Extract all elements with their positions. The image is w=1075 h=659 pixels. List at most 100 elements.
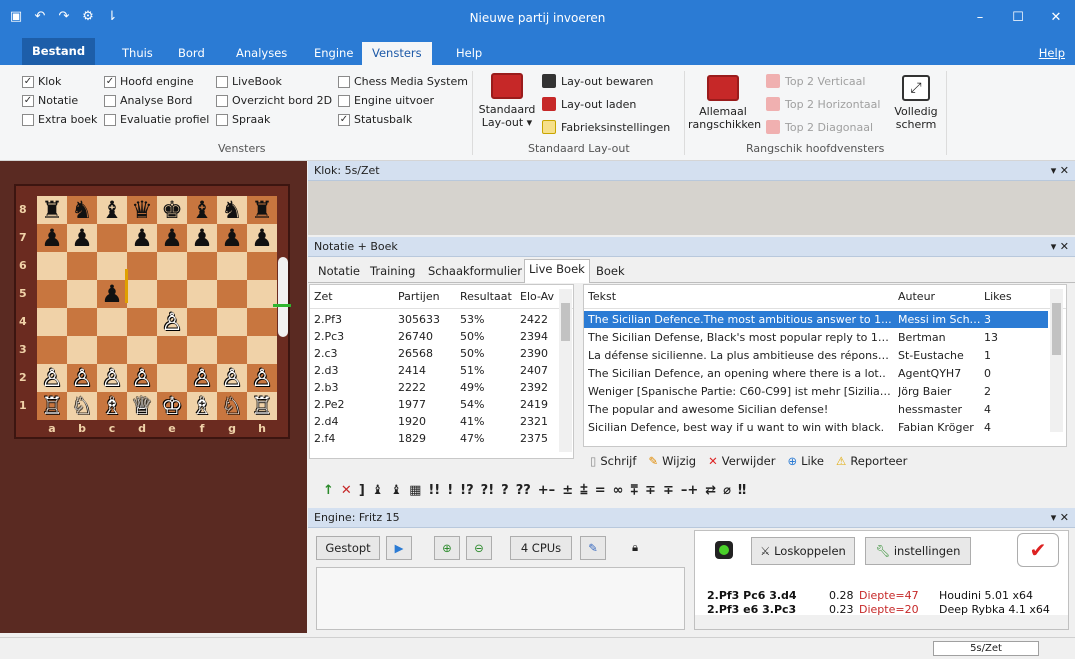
table-row[interactable]: 2.Pe2 1977 54% 2419 (310, 396, 573, 413)
checkbox-notatie[interactable]: ✓ Notatie (22, 94, 78, 107)
square-f1[interactable]: ♗ (187, 392, 217, 420)
annotation-symbol[interactable]: ✕ (341, 483, 352, 498)
square-c4[interactable] (97, 308, 127, 336)
square-h3[interactable] (247, 336, 277, 364)
chess-board[interactable]: ♜ ♞ ♝ ♛ ♚ ♝ ♞ ♜ ♟ ♟ ♟ ♟ ♟ ♟ ♟ ♟ ♙ ♙ ♙ ♙ ♙ ♙ ♙ ♙ ♖ ♘ ♗ ♕ ♔ ♗ ♘ ♖ (37, 196, 277, 420)
square-c1[interactable]: ♗ (97, 392, 127, 420)
zoom-out-icon[interactable]: ⊖ (466, 536, 492, 560)
square-h1[interactable]: ♖ (247, 392, 277, 420)
tab-engine[interactable]: Engine (304, 42, 363, 65)
annotation-symbol[interactable]: ♝ (372, 483, 384, 498)
square-h7[interactable]: ♟ (247, 224, 277, 252)
square-e5[interactable] (157, 280, 187, 308)
square-d8[interactable]: ♛ (127, 196, 157, 224)
square-c7[interactable] (97, 224, 127, 252)
square-g7[interactable]: ♟ (217, 224, 247, 252)
table-row[interactable]: 2.Pf3 305633 53% 2422 (310, 311, 573, 328)
square-e2[interactable] (157, 364, 187, 392)
annotation-symbol[interactable]: –+ (681, 483, 698, 498)
square-b6[interactable] (67, 252, 97, 280)
square-b1[interactable]: ♘ (67, 392, 97, 420)
square-e8[interactable]: ♚ (157, 196, 187, 224)
square-d5[interactable] (127, 280, 157, 308)
square-f6[interactable] (187, 252, 217, 280)
column-header[interactable]: Tekst (588, 285, 616, 309)
checkmark-icon[interactable]: ✔ (1017, 533, 1059, 567)
square-h6[interactable] (247, 252, 277, 280)
list-item[interactable]: La défense sicilienne. La plus ambitieus… (584, 347, 1048, 364)
instellingen-button[interactable]: 🔧︎ instellingen (865, 537, 971, 565)
column-header[interactable]: Resultaat (460, 285, 512, 309)
list-item[interactable]: Weniger [Spanische Partie: C60-C99] ist … (584, 383, 1048, 400)
table-row[interactable]: 2.c3 26568 50% 2390 (310, 345, 573, 362)
column-header[interactable]: Likes (984, 285, 1012, 309)
engine-line[interactable]: 2.Pf3 Pc6 3.d4 0.28 Diepte=47 Houdini 5.01 … (707, 589, 1067, 603)
table-row[interactable]: 2.d3 2414 51% 2407 (310, 362, 573, 379)
column-header[interactable]: Elo-Av (520, 285, 554, 309)
square-g4[interactable] (217, 308, 247, 336)
top2-verticaal-button[interactable]: Top 2 Verticaal (766, 74, 865, 88)
allemaal-rangschikken-button[interactable]: Allemaal rangschikken (688, 75, 761, 131)
square-d6[interactable] (127, 252, 157, 280)
checkbox-extra-boek[interactable]: Extra boek (22, 113, 97, 126)
square-c3[interactable] (97, 336, 127, 364)
checkbox-chess-media-system[interactable]: Chess Media System (338, 75, 468, 88)
standaard-layout-button[interactable]: Standaard Lay-out ▾ (478, 73, 536, 129)
checkbox-analyse-bord[interactable]: Analyse Bord (104, 94, 192, 107)
checkbox-evaluatie-profiel[interactable]: Evaluatie profiel (104, 113, 209, 126)
square-h2[interactable]: ♙ (247, 364, 277, 392)
list-item[interactable]: The popular and awesome Sicilian defense… (584, 401, 1048, 418)
close-button[interactable]: ✕ (1037, 0, 1075, 38)
list-item[interactable]: The Sicilian Defence.The most ambitious … (584, 311, 1048, 328)
square-b5[interactable] (67, 280, 97, 308)
tab-training[interactable]: Training (366, 262, 419, 280)
volledig-scherm-button[interactable]: ⤢ Volledig scherm (890, 75, 942, 131)
layout-laden-button[interactable]: Lay-out laden (542, 97, 636, 111)
reporteer-button[interactable]: ⚠ Reporteer (836, 454, 907, 468)
tab-vensters[interactable]: Vensters (362, 42, 432, 65)
square-b8[interactable]: ♞ (67, 196, 97, 224)
moves-scrollbar[interactable] (559, 289, 572, 452)
annotation-symbol[interactable]: ∞ (613, 483, 624, 498)
square-a5[interactable] (37, 280, 67, 308)
top2-diagonaal-button[interactable]: Top 2 Diagonaal (766, 120, 873, 134)
annotation-symbol[interactable]: ∓ (663, 483, 674, 498)
annotation-symbol[interactable]: ± (562, 483, 573, 498)
annotation-symbol[interactable]: ♝ (390, 483, 402, 498)
panel-controls[interactable]: ▾ ✕ (1051, 237, 1069, 256)
annotation-symbol[interactable]: ?! (481, 483, 494, 498)
square-g6[interactable] (217, 252, 247, 280)
square-a2[interactable]: ♙ (37, 364, 67, 392)
square-c2[interactable]: ♙ (97, 364, 127, 392)
square-f5[interactable] (187, 280, 217, 308)
table-row[interactable]: 2.f4 1829 47% 2375 (310, 430, 573, 447)
square-h4[interactable] (247, 308, 277, 336)
square-h8[interactable]: ♜ (247, 196, 277, 224)
table-row[interactable]: 2.Pc3 26740 50% 2394 (310, 328, 573, 345)
loskoppelen-button[interactable]: ⚔︎ Loskoppelen (751, 537, 855, 565)
fabrieksinstellingen-button[interactable]: Fabrieksinstellingen (542, 120, 670, 134)
annotation-symbol[interactable]: ▦ (409, 483, 421, 498)
annotation-symbol[interactable]: ∓ (645, 483, 656, 498)
square-b3[interactable] (67, 336, 97, 364)
square-d1[interactable]: ♕ (127, 392, 157, 420)
panel-controls[interactable]: ▾ ✕ (1051, 161, 1069, 180)
checkbox-engine-uitvoer[interactable]: Engine uitvoer (338, 94, 434, 107)
square-f7[interactable]: ♟ (187, 224, 217, 252)
maximize-button[interactable]: ☐ (999, 0, 1037, 38)
verwijder-button[interactable]: ✕ Verwijder (708, 454, 775, 468)
lock-icon[interactable]: 🔒︎ (622, 536, 648, 560)
square-a3[interactable] (37, 336, 67, 364)
square-e3[interactable] (157, 336, 187, 364)
tab-file[interactable]: Bestand (22, 38, 96, 65)
checkbox-hoofd-engine[interactable]: ✓ Hoofd engine (104, 75, 194, 88)
square-g1[interactable]: ♘ (217, 392, 247, 420)
annotation-symbol[interactable]: ! (447, 483, 453, 498)
edit-icon[interactable]: ✎ (580, 536, 606, 560)
square-e1[interactable]: ♔ (157, 392, 187, 420)
column-header[interactable]: Zet (314, 285, 333, 309)
list-item[interactable]: Sicilian Defence, best way if u want to … (584, 419, 1048, 436)
checkbox-overzicht-bord[interactable]: Overzicht bord 2D (216, 94, 332, 107)
annotation-symbol[interactable]: ⩱ (630, 483, 638, 498)
annotation-symbol[interactable]: ↑ (323, 483, 334, 498)
